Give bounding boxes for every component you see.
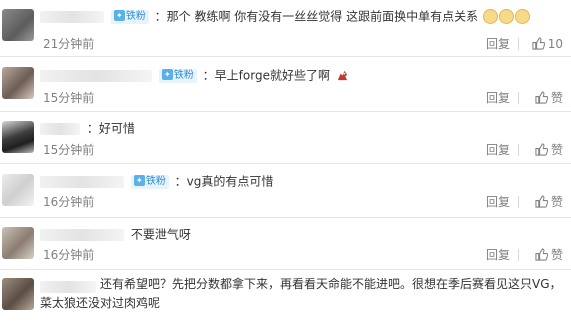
like-label: 赞: [550, 143, 563, 157]
reply-button[interactable]: 回复: [486, 143, 510, 157]
fan-badge[interactable]: ✦ 铁粉: [110, 9, 149, 24]
comment-time: 16分钟前: [43, 195, 95, 209]
comment-text: ：好可惜: [86, 121, 135, 136]
divider: [518, 144, 519, 156]
fan-badge-label: 铁粉: [173, 69, 194, 81]
dragon-emoji: [337, 70, 347, 81]
divider: [518, 92, 519, 104]
comment-item: ：好可惜 15分钟前 回复 赞: [0, 112, 571, 164]
divider: [518, 38, 519, 50]
comment-time: 21分钟前: [43, 37, 95, 51]
like-label: 赞: [550, 248, 563, 262]
like-button[interactable]: 赞: [535, 143, 563, 157]
avatar[interactable]: [2, 278, 34, 310]
like-button[interactable]: 赞: [535, 195, 563, 209]
avatar[interactable]: [2, 227, 34, 259]
avatar[interactable]: [2, 9, 34, 41]
fan-badge-icon: ✦: [133, 175, 145, 186]
comment-text: ：早上forge就好些了啊: [202, 68, 330, 83]
like-button[interactable]: 10: [532, 37, 563, 51]
reply-button[interactable]: 回复: [486, 195, 510, 209]
cat-face-emoji: [482, 9, 498, 24]
comment-time: 16分钟前: [43, 248, 95, 262]
comment-time: 15分钟前: [43, 91, 95, 105]
cat-face-emoji: [498, 9, 514, 24]
username-blurred[interactable]: [40, 69, 152, 82]
divider: [518, 196, 519, 208]
comment-item: ✦ 铁粉 ：早上forge就好些了啊 15分钟前 回复 赞: [0, 57, 571, 112]
comment-item: ✦ 铁粉 ：vg真的有点可惜 16分钟前 回复 赞: [0, 164, 571, 218]
comment-item: 还有希望吧？先把分数都拿下来，再看看天命能不能进吧。很想在季后赛看见这只VG，菜…: [0, 270, 571, 323]
like-button[interactable]: 赞: [535, 248, 563, 262]
fan-badge-label: 铁粉: [125, 10, 146, 22]
cat-face-emoji: [514, 9, 530, 24]
username-blurred[interactable]: [40, 228, 124, 241]
like-label: 赞: [550, 195, 563, 209]
comment-item: 不要泄气呀 16分钟前 回复 赞: [0, 218, 571, 270]
reply-button[interactable]: 回复: [486, 91, 510, 105]
thumbs-up-icon: [535, 143, 549, 156]
comment-text: ：那个 教练啊 你有没有一丝丝觉得 这跟前面换中单有点关系: [154, 9, 479, 24]
like-count: 10: [547, 37, 563, 51]
fan-badge-label: 铁粉: [145, 175, 166, 187]
comment-text: 还有希望吧？先把分数都拿下来，再看看天命能不能进吧。很想在季后赛看见这只VG，菜…: [40, 277, 562, 310]
comment-text: ：vg真的有点可惜: [174, 174, 274, 189]
fan-badge-icon: ✦: [113, 10, 125, 21]
like-label: 赞: [550, 91, 563, 105]
divider: [518, 249, 519, 261]
thumbs-up-icon: [532, 37, 545, 50]
reply-button[interactable]: 回复: [486, 37, 510, 51]
thumbs-up-icon: [535, 248, 549, 261]
comment-item: ✦ 铁粉 ：那个 教练啊 你有没有一丝丝觉得 这跟前面换中单有点关系 21分钟前 …: [0, 0, 571, 57]
thumbs-up-icon: [535, 195, 549, 208]
comment-time: 15分钟前: [43, 143, 95, 157]
username-blurred[interactable]: [40, 10, 104, 23]
username-blurred[interactable]: [40, 122, 80, 135]
avatar[interactable]: [2, 67, 34, 99]
reply-button[interactable]: 回复: [486, 248, 510, 262]
fan-badge[interactable]: ✦ 铁粉: [158, 68, 197, 83]
avatar[interactable]: [2, 174, 34, 206]
fan-badge[interactable]: ✦ 铁粉: [130, 174, 169, 189]
thumbs-up-icon: [535, 91, 549, 104]
fan-badge-icon: ✦: [161, 69, 173, 80]
username-blurred[interactable]: [40, 175, 124, 188]
avatar[interactable]: [2, 121, 34, 153]
like-button[interactable]: 赞: [535, 91, 563, 105]
comment-text: 不要泄气呀: [130, 227, 191, 242]
